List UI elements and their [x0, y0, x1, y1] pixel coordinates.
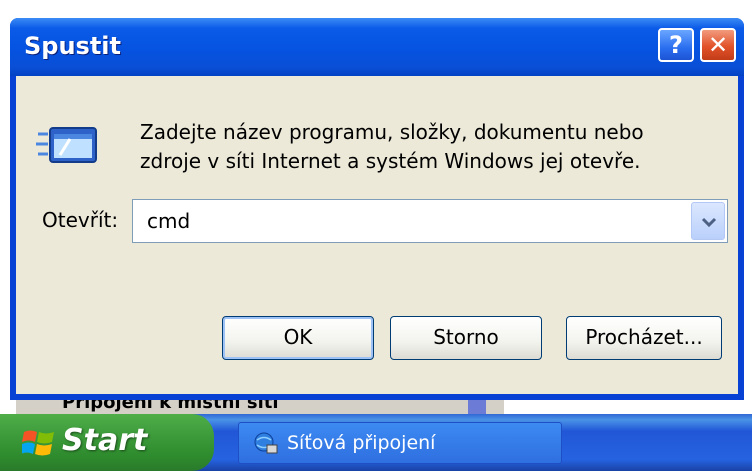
- open-label: Otevřít:: [42, 208, 119, 232]
- network-connections-icon: [254, 432, 278, 454]
- start-label: Start: [62, 423, 148, 458]
- start-button[interactable]: Start: [0, 414, 214, 471]
- cancel-button[interactable]: Storno: [390, 316, 542, 360]
- taskbar-item-label: Síťová připojení: [287, 432, 436, 454]
- help-icon: ?: [669, 31, 683, 59]
- ok-button[interactable]: OK: [222, 316, 374, 360]
- background-window-scroll: [468, 400, 486, 414]
- background-window-text: Připojení k místní síti: [62, 400, 279, 413]
- description-line-1: Zadejte název programu, složky, dokument…: [140, 120, 644, 144]
- close-button[interactable]: ✕: [700, 28, 736, 62]
- description-line-2: zdroje v síti Internet a systém Windows …: [140, 149, 641, 173]
- run-icon: [36, 127, 97, 163]
- open-combobox[interactable]: cmd: [132, 199, 728, 243]
- taskbar: Start Síťová připojení: [0, 414, 752, 471]
- run-dialog: Spustit ? ✕ Zadejte název programu, slož…: [10, 18, 744, 400]
- windows-logo-icon: [22, 430, 54, 456]
- dropdown-button[interactable]: [691, 202, 725, 240]
- dropdown-arrow-icon: [701, 217, 717, 228]
- browse-button[interactable]: Procházet...: [566, 316, 722, 360]
- dialog-client-area: Zadejte název programu, složky, dokument…: [16, 76, 738, 394]
- title-bar[interactable]: Spustit ? ✕: [10, 18, 744, 76]
- window-title: Spustit: [24, 32, 122, 60]
- taskbar-item-network[interactable]: Síťová připojení: [238, 422, 562, 464]
- help-button[interactable]: ?: [658, 28, 694, 62]
- open-input[interactable]: cmd: [147, 209, 190, 233]
- close-icon: ✕: [707, 31, 729, 59]
- background-window-fragment: Připojení k místní síti: [16, 400, 504, 414]
- dialog-description: Zadejte název programu, složky, dokument…: [140, 118, 700, 176]
